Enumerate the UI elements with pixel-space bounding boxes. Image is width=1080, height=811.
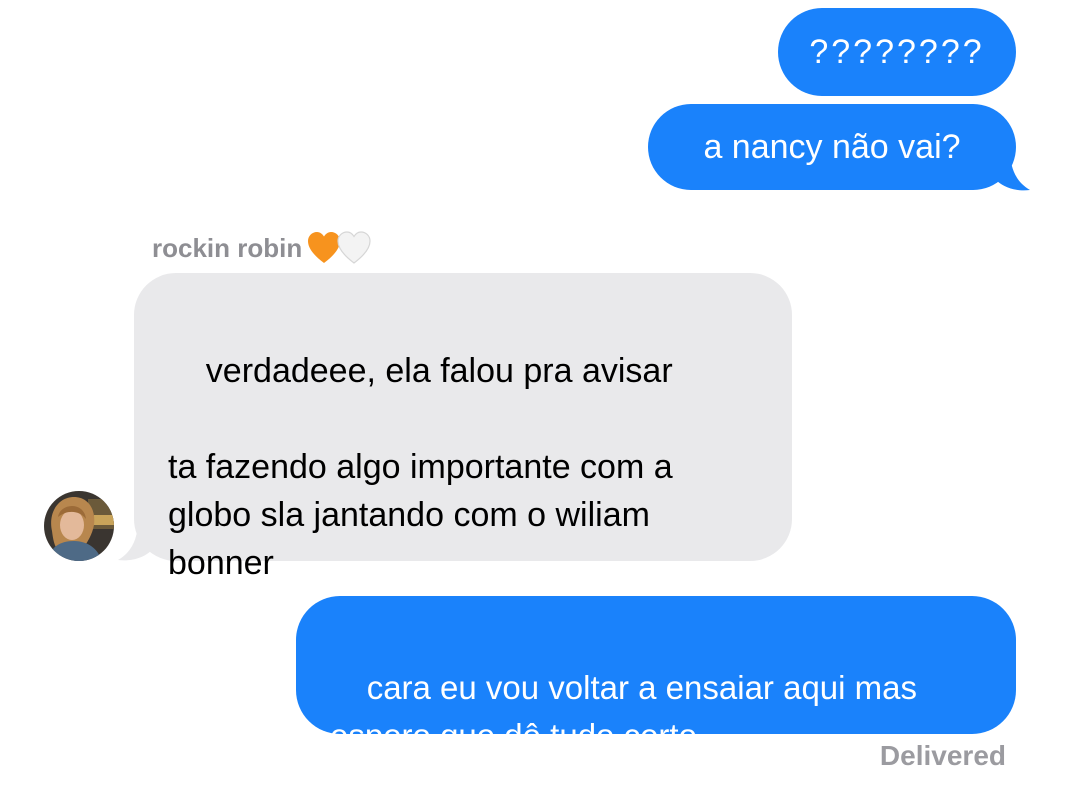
outgoing-message-bubble[interactable]: a nancy não vai? bbox=[648, 104, 1016, 190]
message-text: a nancy não vai? bbox=[703, 128, 961, 166]
outgoing-message-bubble[interactable]: cara eu vou voltar a ensaiar aqui mas es… bbox=[296, 596, 1016, 754]
sender-name: rockin robin bbox=[152, 230, 372, 266]
avatar[interactable] bbox=[44, 491, 114, 561]
sender-name-text: rockin robin bbox=[152, 232, 303, 263]
avatar-image bbox=[44, 491, 114, 561]
outgoing-message-bubble[interactable]: ???????? bbox=[778, 8, 1016, 96]
incoming-bubble-tail bbox=[118, 520, 152, 561]
message-text: cara eu vou voltar a ensaiar aqui mas es… bbox=[330, 669, 917, 754]
white-heart-icon bbox=[337, 231, 371, 264]
incoming-message-bubble[interactable]: verdadeee, ela falou pra avisar ta fazen… bbox=[134, 273, 792, 582]
delivery-status: Delivered bbox=[879, 740, 1006, 771]
message-text: verdadeee, ela falou pra avisar ta fazen… bbox=[168, 352, 673, 582]
outgoing-bubble-tail bbox=[996, 150, 1030, 191]
message-text: ???????? bbox=[809, 33, 985, 71]
